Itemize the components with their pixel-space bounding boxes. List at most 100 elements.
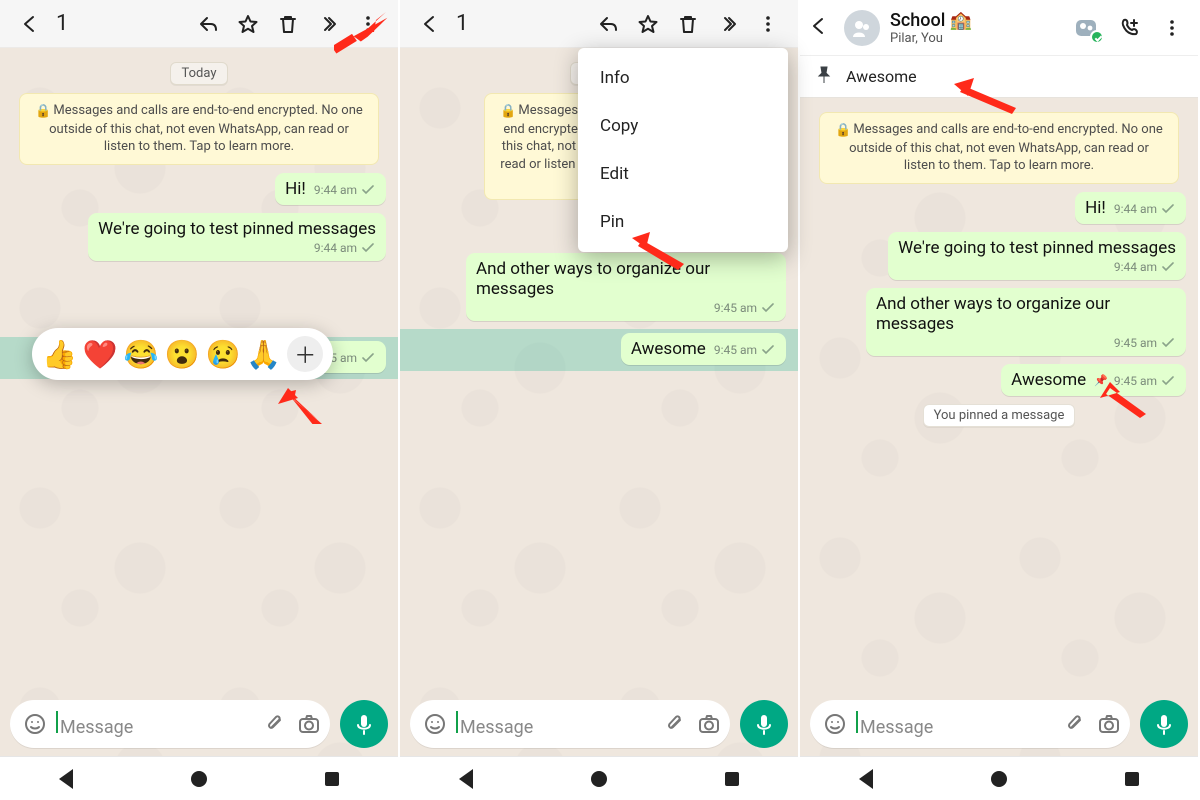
star-button[interactable] [228,4,268,44]
screenshot-panel-1: 1 Today 🔒Messages and calls are end-to-e… [0,0,400,800]
annotation-arrow [278,384,328,428]
system-message-chip: You pinned a message [923,404,1076,427]
menu-item-edit[interactable]: Edit [578,150,788,198]
date-chip: Today [170,62,227,85]
message-bubble-test[interactable]: We're going to test pinned messages 9:44… [88,213,386,261]
reaction-laugh[interactable]: 😂 [124,338,159,371]
nav-home-button[interactable] [991,771,1007,787]
message-bubble-hi[interactable]: Hi! 9:44 am [1075,192,1186,224]
message-placeholder: Message [56,711,254,738]
reaction-pray[interactable]: 🙏 [246,338,281,371]
lock-icon: 🔒 [835,122,851,140]
video-call-button[interactable] [1070,10,1106,46]
message-text: Awesome [1011,370,1086,390]
selection-count: 1 [456,11,468,36]
message-text: Hi! [1085,198,1106,218]
reply-button[interactable] [588,4,628,44]
nav-back-button[interactable] [59,769,73,789]
nav-recents-button[interactable] [1125,772,1139,786]
more-menu-button[interactable] [748,4,788,44]
menu-item-info[interactable]: Info [578,54,788,102]
chat-header[interactable]: School 🏫 Pilar, You [800,0,1198,56]
star-button[interactable] [628,4,668,44]
nav-home-button[interactable] [191,771,207,787]
message-input[interactable]: Message [410,700,730,748]
nav-back-button[interactable] [459,769,473,789]
back-button[interactable] [808,15,838,41]
encryption-notice[interactable]: 🔒Messages and calls are end-to-end encry… [19,93,379,165]
message-input[interactable]: Message [10,700,330,748]
message-time: 9:45 am [714,301,757,315]
camera-icon[interactable] [296,711,322,737]
message-bubble-other[interactable]: And other ways to organize our messages … [866,288,1186,356]
group-avatar[interactable] [844,10,880,46]
message-options-menu: Info Copy Edit Pin [578,48,788,252]
back-button[interactable] [410,4,450,44]
message-bubble-awesome-pinned[interactable]: Awesome 📌9:45 am [1001,364,1186,396]
message-text: Awesome [631,339,706,359]
emoji-icon[interactable] [822,711,848,737]
android-nav-bar [0,756,398,800]
more-menu-button[interactable] [1154,10,1190,46]
mic-button[interactable] [1140,700,1188,748]
camera-icon[interactable] [1096,711,1122,737]
reaction-heart[interactable]: ❤️ [83,338,118,371]
delete-button[interactable] [268,4,308,44]
voice-call-button[interactable] [1112,10,1148,46]
emoji-icon[interactable] [22,711,48,737]
lock-icon: 🔒 [35,103,51,121]
android-nav-bar [800,756,1198,800]
back-button[interactable] [10,4,50,44]
encryption-notice[interactable]: 🔒Messages and calls are end-to-end encry… [819,112,1179,184]
message-time: 9:44 am [1114,202,1157,216]
message-text: And other ways to organize our messages [876,294,1110,334]
message-text: We're going to test pinned messages [98,219,376,239]
message-bubble-test[interactable]: We're going to test pinned messages 9:44… [888,232,1186,280]
verified-badge-icon [1090,30,1104,44]
selection-count: 1 [56,11,68,36]
message-time: 9:44 am [314,183,357,197]
selected-message-row[interactable]: Awesome 9:45 am [400,329,798,371]
camera-icon[interactable] [696,711,722,737]
reaction-more-button[interactable]: ＋ [287,336,323,372]
mic-button[interactable] [340,700,388,748]
message-input-bar: Message [800,692,1198,756]
message-time: 9:44 am [314,241,357,255]
message-bubble-hi[interactable]: Hi! 9:44 am [275,173,386,205]
reaction-sad[interactable]: 😢 [206,338,241,371]
nav-home-button[interactable] [591,771,607,787]
nav-recents-button[interactable] [725,772,739,786]
nav-recents-button[interactable] [325,772,339,786]
message-time: 9:45 am [714,343,757,357]
message-text: Hi! [285,179,306,199]
forward-button[interactable] [708,4,748,44]
message-placeholder: Message [856,711,1054,738]
message-input-bar: Message [0,692,398,756]
message-time: 9:45 am [1114,336,1157,350]
message-bubble-awesome[interactable]: Awesome 9:45 am [621,333,786,365]
nav-back-button[interactable] [859,769,873,789]
attach-icon[interactable] [262,711,288,737]
attach-icon[interactable] [662,711,688,737]
message-bubble-other[interactable]: And other ways to organize our messages … [466,253,786,321]
reaction-wow[interactable]: 😮 [165,338,200,371]
message-text: We're going to test pinned messages [898,238,1176,258]
lock-icon: 🔒 [500,103,516,121]
reply-button[interactable] [188,4,228,44]
reaction-thumbs-up[interactable]: 👍 [42,338,77,371]
chat-title: School 🏫 [890,10,972,31]
message-input[interactable]: Message [810,700,1130,748]
selection-toolbar: 1 [400,0,798,48]
menu-item-copy[interactable]: Copy [578,102,788,150]
screenshot-panel-3: School 🏫 Pilar, You Awesome 🔒Messages an… [800,0,1200,800]
message-input-bar: Message [400,692,798,756]
emoji-icon[interactable] [422,711,448,737]
delete-button[interactable] [668,4,708,44]
reaction-picker[interactable]: 👍 ❤️ 😂 😮 😢 🙏 ＋ [32,328,333,380]
annotation-arrow [1100,378,1150,422]
attach-icon[interactable] [1062,711,1088,737]
message-time: 9:44 am [1114,260,1157,274]
chat-subtitle: Pilar, You [890,31,972,46]
mic-button[interactable] [740,700,788,748]
chat-area[interactable]: Today 🔒Messages and calls are end-to-end… [0,48,398,800]
